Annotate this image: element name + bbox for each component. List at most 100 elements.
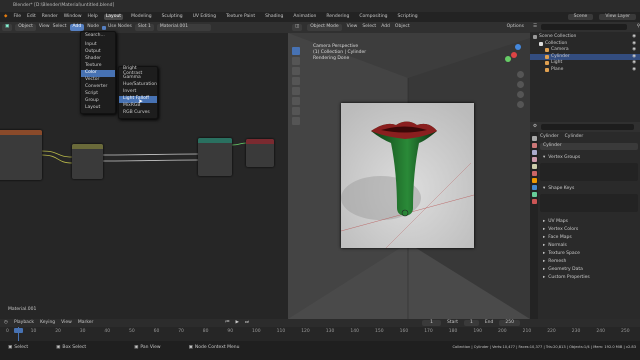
visibility-eye-icon[interactable]: ◉ bbox=[632, 34, 636, 40]
menu-view[interactable]: View bbox=[39, 25, 50, 30]
add-menu-item-layout[interactable]: Layout bbox=[81, 105, 115, 112]
vp-menu-select[interactable]: Select bbox=[362, 25, 376, 30]
tab-animation[interactable]: Animation bbox=[291, 14, 318, 21]
panel-collapsed[interactable]: ▸ Face Maps bbox=[540, 234, 638, 242]
add-menu-item-output[interactable]: Output bbox=[81, 49, 115, 56]
slot-select[interactable]: Slot 1 bbox=[134, 24, 154, 31]
menu-select[interactable]: Select bbox=[53, 25, 67, 30]
timeline-editor-icon[interactable]: ◷ bbox=[4, 320, 8, 326]
menu-help[interactable]: Help bbox=[88, 14, 98, 20]
tab-modeling[interactable]: Modeling bbox=[129, 14, 153, 21]
scene-selector[interactable]: Scene bbox=[567, 13, 594, 21]
add-menu-item-color[interactable]: Color bbox=[81, 70, 115, 77]
menu-add[interactable]: Add bbox=[69, 24, 85, 31]
render-tab-icon[interactable] bbox=[531, 143, 537, 148]
current-frame-field[interactable]: 1 bbox=[422, 319, 441, 327]
playhead-frame-badge[interactable] bbox=[14, 328, 23, 333]
tab-rendering[interactable]: Rendering bbox=[324, 14, 351, 21]
use-nodes-toggle[interactable]: Use Nodes bbox=[101, 25, 132, 30]
color-item-bright-contrast[interactable]: Bright Contrast bbox=[119, 66, 157, 75]
menu-edit[interactable]: Edit bbox=[27, 14, 36, 20]
visibility-eye-icon[interactable]: ◉ bbox=[632, 54, 636, 60]
panel-collapsed[interactable]: ▸ Geometry Data bbox=[540, 266, 638, 274]
outliner-row[interactable]: Plane ◉ bbox=[530, 67, 640, 74]
jump-end-icon[interactable]: ⏭ bbox=[245, 320, 249, 326]
color-item-invert[interactable]: Invert bbox=[119, 89, 157, 96]
shape-keys-list[interactable] bbox=[540, 194, 638, 212]
camera-view-icon[interactable] bbox=[517, 91, 524, 98]
shader-type-select[interactable]: Object bbox=[15, 24, 36, 31]
add-menu-item-vector[interactable]: Vector bbox=[81, 77, 115, 84]
add-menu-item-shader[interactable]: Shader bbox=[81, 56, 115, 63]
timeline-menu-keying[interactable]: Keying bbox=[40, 320, 55, 326]
zoom-icon[interactable] bbox=[517, 71, 524, 78]
vp-menu-object[interactable]: Object bbox=[395, 25, 410, 30]
properties-editor-icon[interactable]: ⚙ bbox=[533, 124, 537, 130]
tab-uv-editing[interactable]: UV Editing bbox=[191, 14, 218, 21]
panel-collapsed[interactable]: ▸ Texture Space bbox=[540, 250, 638, 258]
world-tab-icon[interactable] bbox=[531, 171, 537, 176]
material-output-node[interactable] bbox=[246, 139, 274, 167]
editor-type-button[interactable]: ▣ bbox=[2, 24, 13, 31]
play-icon[interactable]: ▶ bbox=[235, 320, 238, 326]
3d-viewport[interactable]: Camera Perspective (1) Collection | Cyli… bbox=[288, 33, 530, 319]
tab-layout[interactable]: Layout bbox=[103, 13, 124, 21]
panel-collapsed[interactable]: ▸ Normals bbox=[540, 242, 638, 250]
viewport-editor-icon[interactable]: ◫ bbox=[292, 24, 303, 31]
options-menu[interactable]: Options bbox=[507, 25, 524, 30]
add-menu-item-input[interactable]: Input bbox=[81, 42, 115, 49]
panel-shape-keys[interactable]: ▾ Shape Keys bbox=[540, 185, 638, 193]
outliner-search-field[interactable] bbox=[541, 24, 627, 30]
add-menu-search[interactable]: Search... bbox=[81, 33, 115, 40]
start-frame-field[interactable]: 1 bbox=[463, 319, 479, 327]
panel-collapsed[interactable]: ▸ Custom Properties bbox=[540, 274, 638, 282]
data-tab-icon[interactable] bbox=[531, 192, 537, 197]
vp-menu-view[interactable]: View bbox=[347, 25, 358, 30]
modifier-tab-icon[interactable] bbox=[531, 185, 537, 190]
material-select[interactable]: Material.001 bbox=[156, 24, 211, 31]
tab-sculpting[interactable]: Sculpting bbox=[160, 14, 185, 21]
tab-shading[interactable]: Shading bbox=[263, 14, 285, 21]
visibility-eye-icon[interactable]: ◉ bbox=[632, 67, 636, 73]
timeline-ruler[interactable]: 0 10 20 30 40 50 60 70 80 90 100 110 120 130 140 150 160… bbox=[0, 328, 640, 340]
material-tab-icon[interactable] bbox=[531, 199, 537, 204]
blender-logo-icon[interactable]: ◆ bbox=[4, 14, 7, 20]
add-menu-item-group[interactable]: Group bbox=[81, 98, 115, 105]
principled-bsdf-node[interactable] bbox=[198, 138, 232, 176]
tab-texture-paint[interactable]: Texture Paint bbox=[224, 14, 257, 21]
view-layer-tab-icon[interactable] bbox=[531, 157, 537, 162]
scene-tab-icon[interactable] bbox=[531, 164, 537, 169]
pan-icon[interactable] bbox=[517, 81, 524, 88]
tool-tab-icon[interactable] bbox=[531, 136, 537, 141]
color-item-gamma[interactable]: Gamma bbox=[119, 75, 157, 82]
mode-select[interactable]: Object Mode bbox=[307, 24, 342, 31]
output-tab-icon[interactable] bbox=[531, 150, 537, 155]
navigation-gizmo[interactable] bbox=[502, 43, 526, 67]
timeline-menu-playback[interactable]: Playback bbox=[14, 320, 34, 326]
end-frame-field[interactable]: 250 bbox=[499, 319, 520, 327]
properties-search-field[interactable] bbox=[541, 124, 634, 130]
measure-tool-icon[interactable] bbox=[292, 117, 300, 125]
visibility-eye-icon[interactable]: ◉ bbox=[632, 47, 636, 53]
outliner-editor-icon[interactable]: ☰ bbox=[533, 24, 537, 30]
add-menu-item-converter[interactable]: Converter bbox=[81, 84, 115, 91]
panel-collapsed[interactable]: ▸ UV Maps bbox=[540, 218, 638, 226]
timeline-menu-marker[interactable]: Marker bbox=[78, 320, 94, 326]
jump-start-icon[interactable]: ⏮ bbox=[225, 320, 229, 326]
menu-node[interactable]: Node bbox=[87, 25, 99, 30]
panel-vertex-groups[interactable]: ▾ Vertex Groups bbox=[540, 154, 638, 162]
vp-menu-add[interactable]: Add bbox=[381, 25, 390, 30]
menu-render[interactable]: Render bbox=[42, 14, 58, 20]
visibility-eye-icon[interactable]: ◉ bbox=[632, 60, 636, 66]
panel-collapsed[interactable]: ▸ Vertex Colors bbox=[540, 226, 638, 234]
annotate-tool-icon[interactable] bbox=[292, 107, 300, 115]
tab-scripting[interactable]: Scripting bbox=[396, 14, 420, 21]
panel-collapsed[interactable]: ▸ Remesh bbox=[540, 258, 638, 266]
mesh-name-field[interactable]: Cylinder bbox=[540, 143, 638, 150]
add-menu-item-script[interactable]: Script bbox=[81, 91, 115, 98]
scale-tool-icon[interactable] bbox=[292, 87, 300, 95]
image-texture-node[interactable] bbox=[0, 130, 42, 180]
visibility-eye-icon[interactable]: ◉ bbox=[632, 41, 636, 47]
tab-compositing[interactable]: Compositing bbox=[357, 14, 389, 21]
mix-node[interactable] bbox=[72, 144, 103, 179]
